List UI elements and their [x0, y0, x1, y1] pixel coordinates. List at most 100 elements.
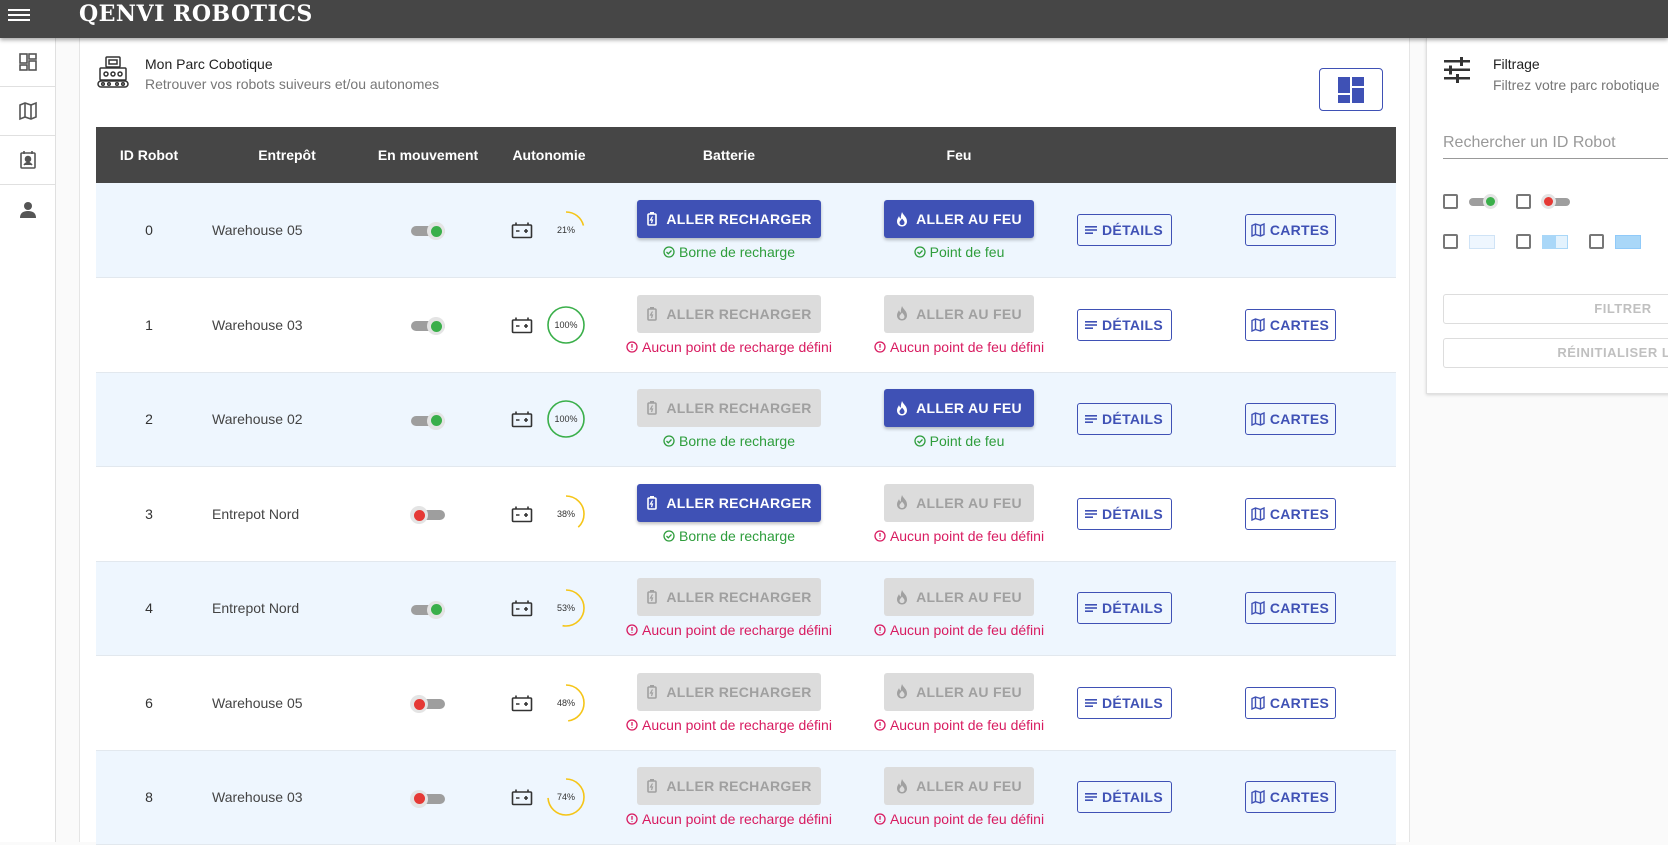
- moving-toggle-icon: [1469, 194, 1498, 209]
- go-recharge-button[interactable]: ALLER RECHARGER: [637, 294, 821, 333]
- moving-toggle[interactable]: [410, 506, 445, 525]
- go-to-fire-label: ALLER AU FEU: [916, 683, 1022, 700]
- table-header-row: ID Robot Entrepôt En mouvement Autonomie…: [96, 127, 1396, 183]
- nav-item-dashboard[interactable]: [0, 38, 55, 87]
- go-to-fire-button[interactable]: ALLER AU FEU: [884, 578, 1034, 617]
- details-button[interactable]: DÉTAILS: [1076, 308, 1172, 341]
- warehouse-cell: Entrepot Nord: [212, 505, 300, 522]
- fire-status: Aucun point de feu défini: [874, 811, 1044, 827]
- battery-actions: ALLER RECHARGER Borne de recharge: [604, 200, 854, 260]
- fire-status-text: Point de feu: [929, 433, 1005, 450]
- maps-button[interactable]: CARTES: [1244, 686, 1336, 719]
- check-circle-icon: [913, 246, 926, 258]
- battery-actions: ALLER RECHARGER Aucun point de recharge d…: [604, 578, 854, 638]
- status-dot: [413, 793, 425, 805]
- maps-button[interactable]: CARTES: [1244, 308, 1336, 341]
- map-icon: [1251, 695, 1265, 710]
- filter-color-light-checkbox[interactable]: [1443, 234, 1458, 249]
- moving-cell: [362, 467, 494, 562]
- toggle-knob: [427, 411, 445, 430]
- maps-button[interactable]: CARTES: [1244, 403, 1336, 436]
- go-to-fire-button[interactable]: ALLER AU FEU: [884, 767, 1034, 806]
- go-to-fire-button[interactable]: ALLER AU FEU: [884, 200, 1034, 238]
- maps-cell: CARTES: [1184, 467, 1396, 562]
- battery-cell: ALLER RECHARGER Aucun point de recharge d…: [604, 656, 854, 751]
- maps-cell: CARTES: [1184, 372, 1396, 467]
- details-button[interactable]: DÉTAILS: [1076, 781, 1172, 814]
- fire-icon: [897, 684, 908, 699]
- subject-icon: [1085, 698, 1098, 707]
- go-to-fire-button[interactable]: ALLER AU FEU: [884, 672, 1034, 711]
- maps-button[interactable]: CARTES: [1244, 592, 1336, 625]
- details-button[interactable]: DÉTAILS: [1076, 497, 1172, 530]
- nav-item-profile[interactable]: [0, 185, 55, 234]
- go-recharge-button[interactable]: ALLER RECHARGER: [637, 672, 821, 711]
- autonomy-group: 74%: [511, 776, 587, 818]
- go-recharge-label: ALLER RECHARGER: [666, 400, 812, 417]
- nav-item-contacts[interactable]: [0, 136, 55, 185]
- recharge-status-text: Aucun point de recharge défini: [642, 622, 832, 639]
- autonomy-cell: 48%: [494, 656, 604, 751]
- details-button[interactable]: DÉTAILS: [1076, 686, 1172, 719]
- top-app-bar: QENVI ROBOTICS: [0, 0, 1668, 38]
- moving-toggle[interactable]: [411, 600, 445, 619]
- column-header-autonomy[interactable]: Autonomie: [494, 127, 604, 183]
- filter-moving-checkbox[interactable]: [1443, 194, 1458, 209]
- moving-toggle[interactable]: [411, 222, 445, 241]
- filter-color-blue-checkbox[interactable]: [1589, 234, 1604, 249]
- go-recharge-button[interactable]: ALLER RECHARGER: [637, 767, 821, 806]
- fire-cell: ALLER AU FEU Point de feu: [854, 372, 1064, 467]
- hamburger-menu-icon[interactable]: [8, 6, 30, 24]
- robot-id-search-input[interactable]: [1443, 130, 1668, 159]
- go-recharge-button[interactable]: ALLER RECHARGER: [637, 483, 821, 522]
- filter-color-mixed-checkbox[interactable]: [1516, 234, 1531, 249]
- go-to-fire-button[interactable]: ALLER AU FEU: [884, 294, 1034, 333]
- column-header-battery[interactable]: Batterie: [604, 127, 854, 183]
- reset-filters-button[interactable]: RÉINITIALISER LES: [1443, 338, 1668, 368]
- robot-id-cell: 6: [145, 694, 153, 711]
- details-label: DÉTAILS: [1102, 316, 1163, 333]
- layout-toggle-button[interactable]: [1319, 68, 1383, 111]
- robot-fleet-icon: [97, 56, 129, 88]
- filter-button[interactable]: FILTRER: [1443, 294, 1668, 324]
- battery-icon: [511, 695, 533, 712]
- moving-toggle[interactable]: [410, 789, 445, 808]
- error-circle-icon: [874, 341, 886, 353]
- column-header-moving[interactable]: En mouvement: [362, 127, 494, 183]
- nav-item-map[interactable]: [0, 87, 55, 136]
- column-header-id[interactable]: ID Robot: [96, 127, 202, 183]
- details-button[interactable]: DÉTAILS: [1076, 403, 1172, 436]
- battery-cell: ALLER RECHARGER Aucun point de recharge d…: [604, 750, 854, 845]
- battery-cell: ALLER RECHARGER Aucun point de recharge d…: [604, 278, 854, 373]
- column-header-fire[interactable]: Feu: [854, 127, 1064, 183]
- maps-button[interactable]: CARTES: [1244, 497, 1336, 530]
- filter-panel: Filtrage Filtrez votre parc robotique FI…: [1426, 38, 1668, 394]
- moving-toggle[interactable]: [411, 411, 445, 430]
- light-row-swatch: [1469, 235, 1495, 249]
- status-dot: [430, 225, 442, 237]
- error-circle-icon: [626, 341, 638, 353]
- details-button[interactable]: DÉTAILS: [1076, 592, 1172, 625]
- maps-button[interactable]: CARTES: [1244, 214, 1336, 246]
- moving-toggle[interactable]: [410, 695, 445, 714]
- filter-stopped-checkbox[interactable]: [1516, 194, 1531, 209]
- go-to-fire-button[interactable]: ALLER AU FEU: [884, 389, 1034, 428]
- charging-icon: [647, 306, 658, 321]
- column-header-warehouse[interactable]: Entrepôt: [202, 127, 362, 183]
- maps-button[interactable]: CARTES: [1244, 781, 1336, 814]
- go-to-fire-button[interactable]: ALLER AU FEU: [884, 483, 1034, 522]
- warehouse-cell: Warehouse 05: [212, 694, 303, 711]
- recharge-status-text: Borne de recharge: [679, 433, 795, 450]
- mixed-row-swatch: [1542, 235, 1568, 249]
- subject-icon: [1085, 509, 1098, 518]
- go-recharge-button[interactable]: ALLER RECHARGER: [637, 389, 821, 428]
- error-circle-icon: [874, 813, 886, 825]
- status-dot: [430, 415, 442, 427]
- battery-cell: ALLER RECHARGER Aucun point de recharge d…: [604, 561, 854, 656]
- fire-cell: ALLER AU FEU Aucun point de feu défini: [854, 561, 1064, 656]
- go-recharge-button[interactable]: ALLER RECHARGER: [637, 578, 821, 617]
- details-button[interactable]: DÉTAILS: [1076, 214, 1172, 246]
- moving-toggle[interactable]: [411, 317, 445, 336]
- fire-cell: ALLER AU FEU Aucun point de feu défini: [854, 467, 1064, 562]
- go-recharge-button[interactable]: ALLER RECHARGER: [637, 200, 821, 238]
